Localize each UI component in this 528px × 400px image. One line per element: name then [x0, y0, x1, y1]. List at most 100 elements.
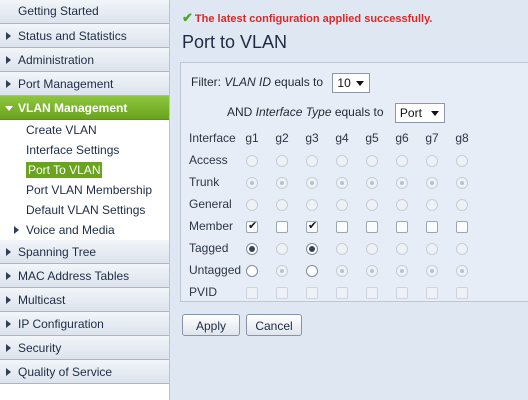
vlan-id-select-value: 10	[337, 76, 351, 90]
general-radio-g6[interactable]	[396, 199, 408, 211]
sidebar-subitem-port-to-vlan[interactable]: Port To VLAN	[0, 160, 169, 180]
chevron-right-icon	[6, 272, 11, 280]
access-radio-g2[interactable]	[276, 155, 288, 167]
access-radio-g5[interactable]	[366, 155, 378, 167]
sidebar-item-status-and-statistics[interactable]: Status and Statistics	[0, 24, 169, 48]
chevron-down-icon	[5, 106, 13, 111]
pvid-checkbox-g5[interactable]	[366, 287, 378, 299]
and-field-label: Interface Type	[255, 105, 332, 120]
port-header-g5: g5	[365, 131, 379, 145]
member-checkbox-g8[interactable]	[456, 221, 468, 233]
sidebar-item-multicast[interactable]: Multicast	[0, 288, 169, 312]
sidebar-subitem-label: Default VLAN Settings	[26, 203, 146, 217]
member-checkbox-g1[interactable]	[246, 219, 258, 233]
trunk-radio-g8[interactable]	[456, 177, 468, 189]
row-label-member: Member	[189, 219, 234, 233]
sidebar-item-quality-of-service[interactable]: Quality of Service	[0, 360, 169, 384]
general-radio-g5[interactable]	[366, 199, 378, 211]
trunk-radio-g5[interactable]	[366, 177, 378, 189]
sidebar-item-label: MAC Address Tables	[18, 269, 130, 283]
pvid-checkbox-g8[interactable]	[456, 287, 468, 299]
sidebar-item-administration[interactable]: Administration	[0, 48, 169, 72]
general-radio-g2[interactable]	[276, 199, 288, 211]
access-radio-g4[interactable]	[336, 155, 348, 167]
tagged-radio-g2[interactable]	[276, 243, 288, 255]
sidebar-subitem-port-vlan-membership[interactable]: Port VLAN Membership	[0, 180, 169, 200]
untagged-radio-g4[interactable]	[336, 265, 348, 277]
sidebar-item-ip-configuration[interactable]: IP Configuration	[0, 312, 169, 336]
interface-type-select[interactable]: Port	[394, 103, 445, 123]
untagged-radio-g1[interactable]	[246, 265, 258, 277]
main-content: ✔ The latest configuration applied succes…	[170, 0, 528, 400]
general-radio-g7[interactable]	[426, 199, 438, 211]
access-radio-g3[interactable]	[306, 155, 318, 167]
vlan-id-select[interactable]: 10	[332, 73, 371, 93]
trunk-radio-g3[interactable]	[306, 177, 318, 189]
and-label-prefix: AND	[227, 105, 256, 120]
sidebar-item-getting-started[interactable]: Getting Started	[0, 0, 169, 24]
tagged-radio-g6[interactable]	[396, 243, 408, 255]
trunk-radio-g6[interactable]	[396, 177, 408, 189]
sidebar-subitem-create-vlan[interactable]: Create VLAN	[0, 120, 169, 140]
sidebar-item-label: Multicast	[18, 293, 66, 307]
tagged-radio-g7[interactable]	[426, 243, 438, 255]
tagged-radio-g4[interactable]	[336, 243, 348, 255]
sidebar-subitem-label: Voice and Media	[26, 223, 115, 237]
member-checkbox-g2[interactable]	[276, 221, 288, 233]
trunk-radio-g1[interactable]	[246, 177, 258, 189]
untagged-radio-g3[interactable]	[306, 265, 318, 277]
pvid-checkbox-g4[interactable]	[336, 287, 348, 299]
untagged-radio-g8[interactable]	[456, 265, 468, 277]
sidebar-item-security[interactable]: Security	[0, 336, 169, 360]
member-checkbox-g4[interactable]	[336, 221, 348, 233]
trunk-radio-g4[interactable]	[336, 177, 348, 189]
chevron-right-icon	[6, 368, 11, 376]
access-radio-g1[interactable]	[246, 155, 258, 167]
tagged-radio-g5[interactable]	[366, 243, 378, 255]
sidebar-item-label: Quality of Service	[18, 365, 113, 379]
sidebar-item-vlan-management[interactable]: VLAN Management	[0, 96, 169, 120]
pvid-checkbox-g1[interactable]	[246, 287, 258, 299]
pvid-checkbox-g7[interactable]	[426, 287, 438, 299]
sidebar-subitem-label: Port To VLAN	[26, 162, 103, 178]
sidebar-item-label: Security	[18, 341, 62, 355]
sidebar-item-port-management[interactable]: Port Management	[0, 72, 169, 96]
interface-type-filter-row: AND Interface Type equals to Port	[227, 103, 445, 123]
tagged-radio-g3[interactable]	[306, 243, 318, 255]
member-checkbox-g3[interactable]	[306, 219, 318, 233]
untagged-radio-g7[interactable]	[426, 265, 438, 277]
sidebar-subitem-default-vlan-settings[interactable]: Default VLAN Settings	[0, 200, 169, 220]
sidebar-item-spanning-tree[interactable]: Spanning Tree	[0, 240, 169, 264]
pvid-checkbox-g6[interactable]	[396, 287, 408, 299]
sidebar-item-mac-address-tables[interactable]: MAC Address Tables	[0, 264, 169, 288]
sidebar-subitem-interface-settings[interactable]: Interface Settings	[0, 140, 169, 160]
apply-button[interactable]: Apply	[182, 314, 240, 336]
member-checkbox-g5[interactable]	[366, 221, 378, 233]
sidebar-item-label: VLAN Management	[18, 101, 128, 115]
member-checkbox-g6[interactable]	[396, 221, 408, 233]
sidebar-subitem-label: Port VLAN Membership	[26, 183, 153, 197]
pvid-checkbox-g3[interactable]	[306, 287, 318, 299]
sidebar-subitem-voice-and-media[interactable]: Voice and Media	[0, 220, 169, 240]
access-radio-g8[interactable]	[456, 155, 468, 167]
trunk-radio-g2[interactable]	[276, 177, 288, 189]
untagged-radio-g6[interactable]	[396, 265, 408, 277]
general-radio-g4[interactable]	[336, 199, 348, 211]
tagged-radio-g1[interactable]	[246, 243, 258, 255]
access-radio-g7[interactable]	[426, 155, 438, 167]
cancel-button[interactable]: Cancel	[246, 314, 302, 336]
general-radio-g3[interactable]	[306, 199, 318, 211]
trunk-radio-g7[interactable]	[426, 177, 438, 189]
member-checkbox-g7[interactable]	[426, 221, 438, 233]
untagged-radio-g2[interactable]	[276, 265, 288, 277]
access-radio-g6[interactable]	[396, 155, 408, 167]
general-radio-g8[interactable]	[456, 199, 468, 211]
sidebar-subitem-label: Interface Settings	[26, 143, 120, 157]
chevron-right-icon	[6, 32, 11, 40]
dropdown-arrow-icon	[430, 111, 439, 116]
pvid-checkbox-g2[interactable]	[276, 287, 288, 299]
and-label-suffix: equals to	[331, 105, 384, 120]
general-radio-g1[interactable]	[246, 199, 258, 211]
untagged-radio-g5[interactable]	[366, 265, 378, 277]
tagged-radio-g8[interactable]	[456, 243, 468, 255]
